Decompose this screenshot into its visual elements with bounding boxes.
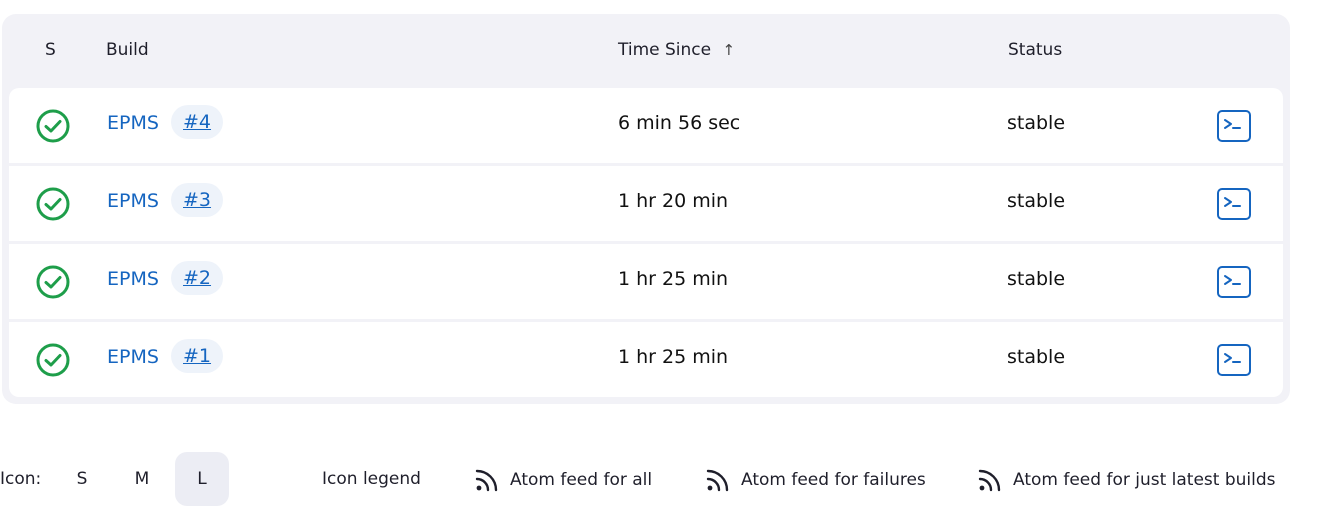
table-row: EPMS #4 6 min 56 sec stable [9, 88, 1283, 163]
table-body: EPMS #4 6 min 56 sec stable EPMS #3 1 hr… [9, 88, 1283, 397]
table-footer: Icon: S M L Icon legend Atom feed for al… [0, 452, 1326, 506]
icon-size-m-button[interactable]: M [115, 452, 169, 506]
rss-icon [475, 469, 498, 492]
header-time-since-label: Time Since [618, 40, 712, 60]
header-status-short[interactable]: S [45, 40, 56, 60]
feed-all-link[interactable]: Atom feed for all [474, 467, 652, 493]
job-link[interactable]: EPMS [107, 190, 159, 212]
header-time-since[interactable]: Time Since ↑ [618, 40, 735, 60]
terminal-icon[interactable] [1216, 343, 1252, 377]
feed-failures-link[interactable]: Atom feed for failures [705, 467, 926, 493]
terminal-icon[interactable] [1216, 109, 1252, 143]
header-status[interactable]: Status [1008, 40, 1062, 60]
table-row: EPMS #3 1 hr 20 min stable [9, 166, 1283, 241]
terminal-icon[interactable] [1216, 265, 1252, 299]
time-since: 1 hr 25 min [618, 268, 729, 290]
build-number-link[interactable]: #2 [171, 261, 224, 295]
feed-all-label: Atom feed for all [510, 470, 653, 490]
table-row: EPMS #2 1 hr 25 min stable [9, 244, 1283, 319]
check-circle-icon [36, 343, 70, 377]
icon-size-s-button[interactable]: S [55, 452, 109, 506]
terminal-icon[interactable] [1216, 187, 1252, 221]
build-status: stable [1007, 346, 1066, 368]
check-circle-icon [36, 187, 70, 221]
time-since: 1 hr 20 min [618, 190, 729, 212]
build-status: stable [1007, 190, 1066, 212]
build-status: stable [1007, 268, 1066, 290]
build-status: stable [1007, 112, 1066, 134]
check-circle-icon [36, 265, 70, 299]
table-header: S Build Time Since ↑ Status [2, 14, 1290, 88]
job-link[interactable]: EPMS [107, 346, 159, 368]
build-number-link[interactable]: #3 [171, 183, 224, 217]
feed-failures-label: Atom feed for failures [741, 470, 926, 490]
feed-latest-label: Atom feed for just latest builds [1013, 470, 1276, 490]
header-build[interactable]: Build [106, 40, 149, 60]
time-since: 6 min 56 sec [618, 112, 741, 134]
time-since: 1 hr 25 min [618, 346, 729, 368]
rss-icon [706, 469, 729, 492]
icon-legend-link[interactable]: Icon legend [322, 469, 421, 489]
rss-icon [978, 469, 1001, 492]
sort-arrow-icon: ↑ [722, 41, 736, 59]
build-number-link[interactable]: #1 [171, 339, 224, 373]
job-link[interactable]: EPMS [107, 112, 159, 134]
icon-size-label: Icon: [0, 469, 42, 489]
builds-table: S Build Time Since ↑ Status EPMS #4 6 mi… [2, 14, 1290, 404]
feed-latest-link[interactable]: Atom feed for just latest builds [977, 467, 1276, 493]
build-number-link[interactable]: #4 [171, 105, 224, 139]
job-link[interactable]: EPMS [107, 268, 159, 290]
icon-size-l-button[interactable]: L [175, 452, 229, 506]
check-circle-icon [36, 109, 70, 143]
table-row: EPMS #1 1 hr 25 min stable [9, 322, 1283, 397]
